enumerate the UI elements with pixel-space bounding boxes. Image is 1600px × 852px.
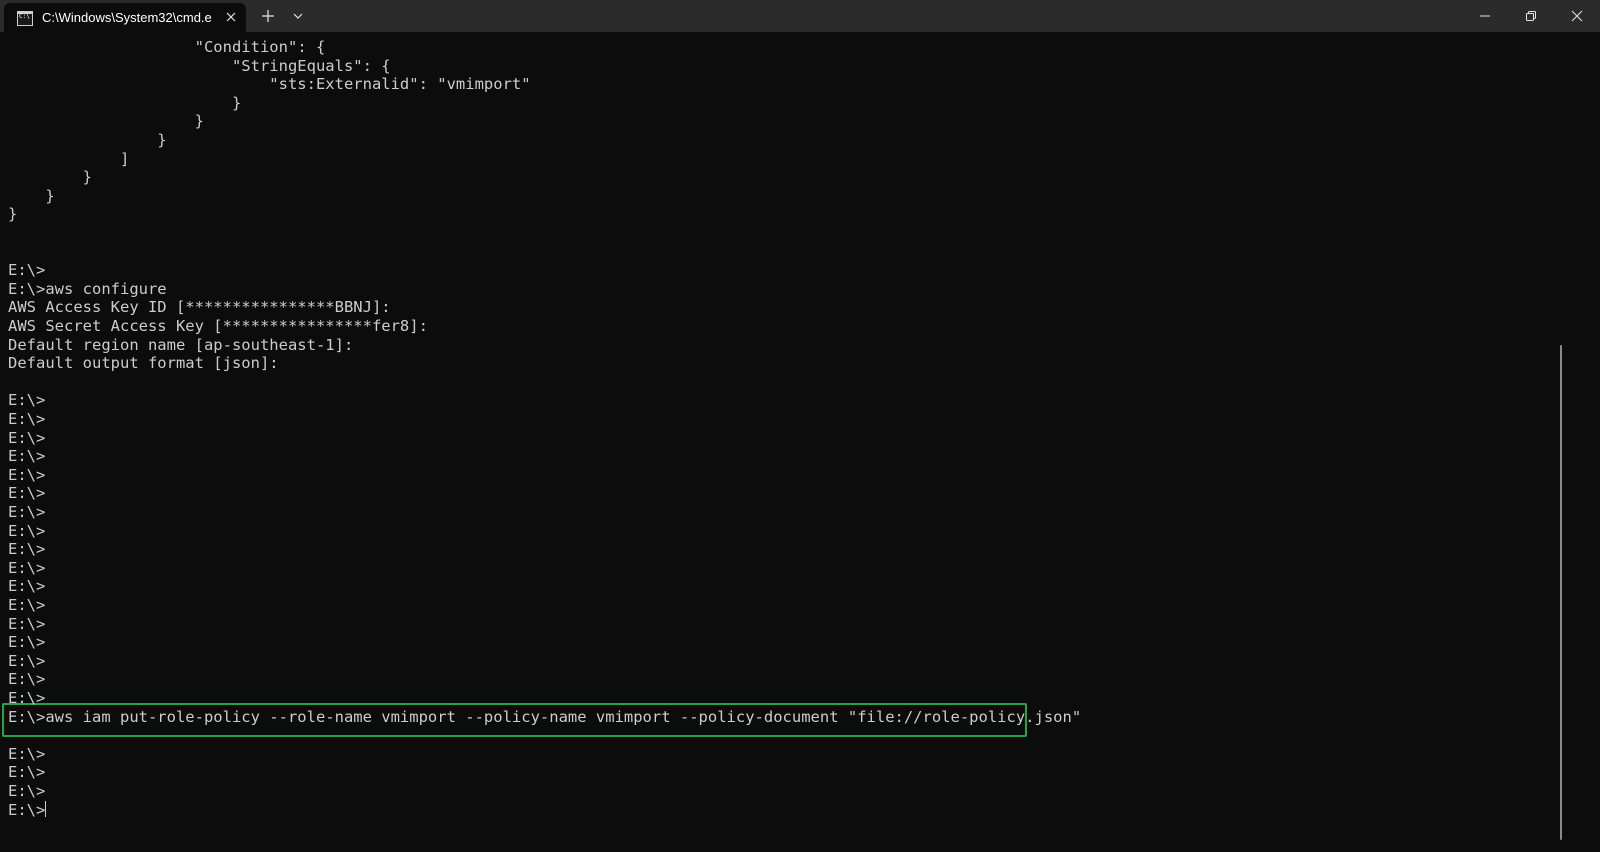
terminal-line: "Condition": { [8,38,326,56]
terminal-line: E:\> [8,540,46,559]
cmd-icon [17,11,33,26]
terminal-line: } [8,112,204,131]
terminal-line: } [8,205,18,224]
terminal-line: E:\> [8,484,46,503]
terminal-line: E:\> [8,596,46,614]
restore-button[interactable] [1508,0,1554,32]
terminal-output[interactable]: "Condition": { "StringEquals": { "sts:Ex… [0,32,1588,852]
terminal-line: E:\> [8,428,46,447]
terminal-line: E:\> [8,503,46,521]
tab-dropdown-button[interactable] [286,0,310,32]
terminal-line: E:\> [8,689,46,707]
terminal-line: E:\> [8,782,46,800]
terminal-line: "sts:Externalid": "vmimport" [8,75,531,94]
terminal-line: "StringEquals": { [8,56,391,75]
chevron-down-icon [293,13,303,19]
new-tab-button[interactable] [256,0,280,32]
plus-icon [262,10,274,22]
title-bar[interactable]: C:\Windows\System32\cmd.e [0,0,1600,32]
terminal-line: } [8,168,92,187]
restore-icon [1526,11,1536,21]
close-icon [226,12,236,22]
terminal-line: E:\> [8,261,46,280]
terminal-line: E:\> [8,391,46,410]
terminal-line: E:\> [8,763,46,782]
close-tab-button[interactable] [222,8,240,26]
terminal-line: ] [8,149,130,168]
terminal-window: C:\Windows\System32\cmd.e [0,0,1600,852]
terminal-line: AWS Secret Access Key [****************f… [8,317,428,335]
terminal-line: E:\> [8,465,46,484]
terminal-line: E:\> [8,410,46,428]
tab-cmd[interactable]: C:\Windows\System32\cmd.e [4,3,246,32]
text-cursor [45,800,47,817]
terminal-line: E:\> [8,800,47,819]
tab-title: C:\Windows\System32\cmd.e [42,10,212,25]
terminal-line: E:\> [8,521,46,540]
terminal-line: } [8,93,242,112]
minimize-icon [1480,15,1490,17]
terminal-line: E:\> [8,614,46,633]
terminal-line: Default region name [ap-southeast-1]: [8,335,354,354]
terminal-line: } [8,131,167,149]
terminal-line: E:\>aws configure [8,279,167,298]
terminal-line: E:\> [8,447,46,466]
terminal-line: E:\> [8,670,46,689]
terminal-line: E:\> [8,744,46,763]
terminal-line: E:\> [8,633,46,652]
close-window-button[interactable] [1554,0,1600,32]
terminal-line: E:\> [8,577,46,596]
terminal-line: E:\>aws iam put-role-policy --role-name … [8,707,1082,726]
terminal-line: E:\> [8,558,46,577]
close-icon [1571,10,1583,22]
terminal-line: E:\> [8,651,46,670]
scrollbar[interactable] [1560,345,1562,840]
terminal-line: } [8,186,55,205]
minimize-button[interactable] [1462,0,1508,32]
terminal-line: AWS Access Key ID [****************BBNJ]… [8,298,391,317]
terminal-line: Default output format [json]: [8,354,279,373]
